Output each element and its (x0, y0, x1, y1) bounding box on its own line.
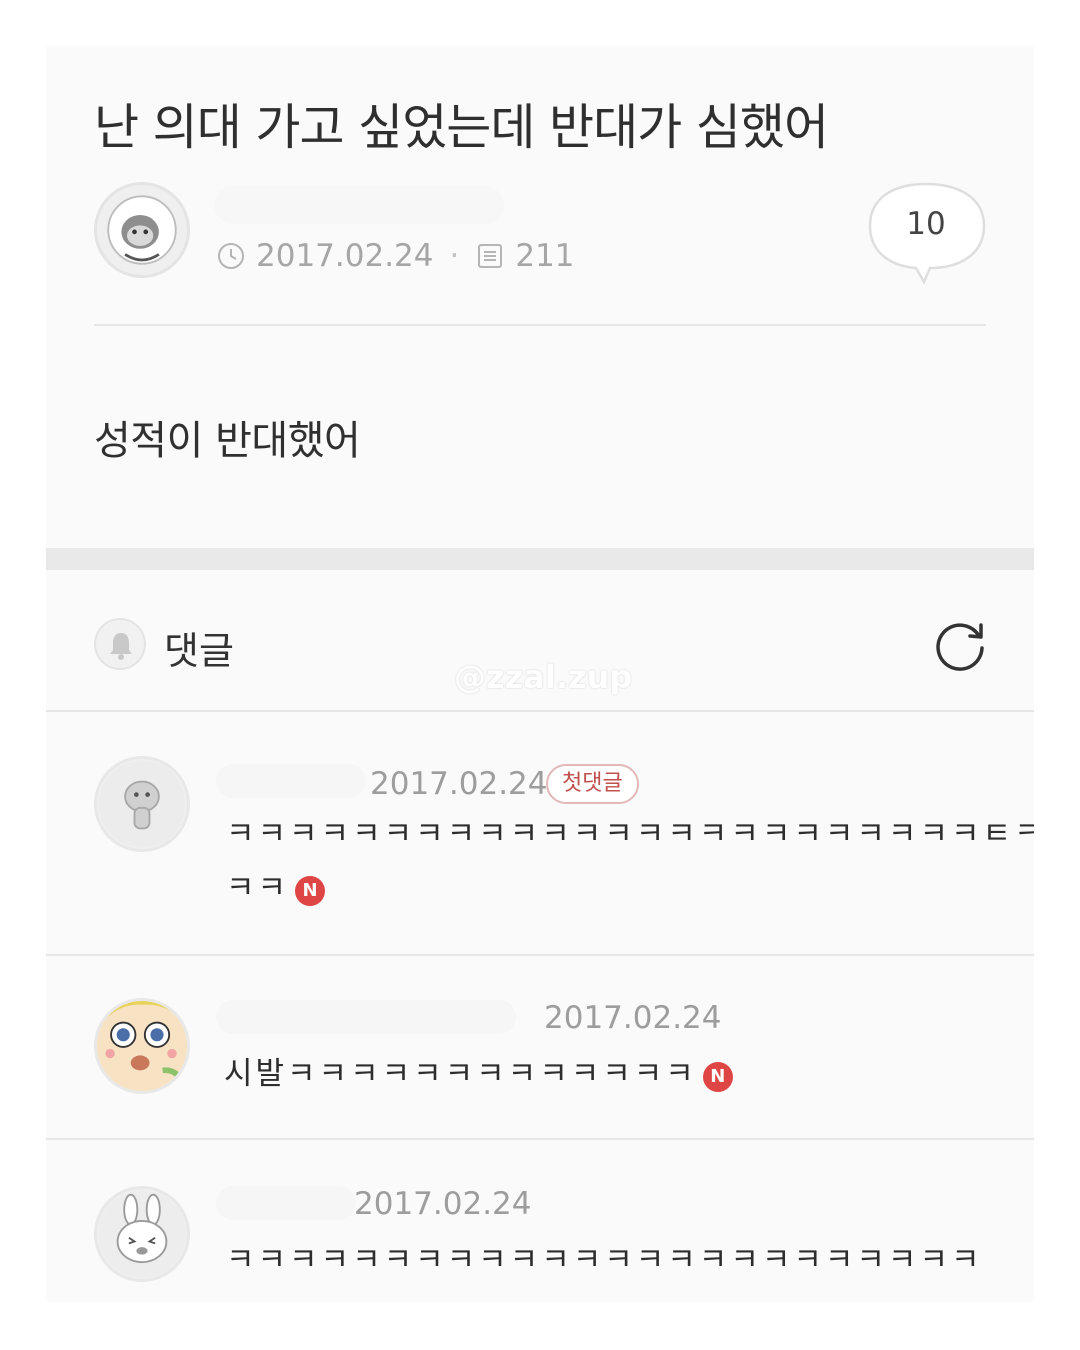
comment-divider (46, 954, 1034, 956)
first-comment-badge: 첫댓글 (546, 764, 639, 804)
comment-text-line: ㅋㅋㅋㅋㅋㅋㅋㅋㅋㅋㅋㅋㅋㅋㅋㅋㅋㅋㅋㅋㅋㅋㅋㅋㅌㅋ (226, 816, 1034, 852)
post-page: 난 의대 가고 싶었는데 반대가 심했어 2017.02.24 · 211 10… (46, 46, 1034, 1302)
comment-text-line: 시발ㅋㅋㅋㅋㅋㅋㅋㅋㅋㅋㅋㅋㅋ (224, 1056, 697, 1092)
comment-divider (46, 1138, 1034, 1140)
comment-text-continued: ㅋㅋ N (226, 860, 326, 916)
new-badge: N (295, 876, 326, 906)
refresh-icon[interactable] (932, 614, 992, 674)
comment-text: ㅋㅋㅋㅋㅋㅋㅋㅋㅋㅋㅋㅋㅋㅋㅋㅋㅋㅋㅋㅋㅋㅋㅋㅋ (226, 1232, 982, 1288)
comment-text-line: ㅋㅋㅋㅋㅋㅋㅋㅋㅋㅋㅋㅋㅋㅋㅋㅋㅋㅋㅋㅋㅋㅋㅋㅋ (226, 1242, 983, 1278)
commenter-name-blurred (216, 764, 366, 798)
comment-count: 10 (906, 206, 946, 242)
commenter-name-blurred (216, 1000, 516, 1034)
author-name-blurred (214, 186, 504, 224)
comment-text: ㅋㅋㅋㅋㅋㅋㅋㅋㅋㅋㅋㅋㅋㅋㅋㅋㅋㅋㅋㅋㅋㅋㅋㅋㅌㅋ (226, 806, 1034, 862)
post-body: 성적이 반대했어 (94, 418, 361, 464)
comment-date: 2017.02.24 (370, 766, 548, 802)
document-icon (478, 244, 503, 268)
bell-icon[interactable] (94, 618, 146, 670)
post-meta: 2017.02.24 · 211 (216, 238, 575, 274)
author-avatar[interactable] (94, 182, 190, 278)
commenter-avatar[interactable] (94, 756, 190, 852)
comments-heading: 댓글 (164, 629, 234, 673)
commenter-avatar[interactable] (94, 1186, 190, 1282)
new-badge: N (702, 1062, 733, 1092)
post-title: 난 의대 가고 싶었는데 반대가 심했어 (94, 99, 829, 156)
commenter-name-blurred (216, 1186, 356, 1220)
clock-icon (218, 243, 244, 269)
meta-separator: · (449, 238, 460, 274)
commenter-avatar[interactable] (94, 998, 190, 1094)
comment-text-line: ㅋㅋ (226, 870, 290, 906)
header-divider (94, 324, 986, 326)
comment-count-bubble[interactable]: 10 (868, 182, 988, 286)
comment-date: 2017.02.24 (354, 1186, 532, 1222)
comment-text: 시발ㅋㅋㅋㅋㅋㅋㅋㅋㅋㅋㅋㅋㅋ N (224, 1046, 733, 1102)
watermark: @zzal.zup (454, 658, 633, 696)
comments-header-divider (46, 710, 1034, 712)
section-divider (46, 548, 1034, 570)
comment-date: 2017.02.24 (544, 1000, 722, 1036)
post-date: 2017.02.24 (256, 238, 434, 274)
view-count: 211 (515, 238, 575, 274)
